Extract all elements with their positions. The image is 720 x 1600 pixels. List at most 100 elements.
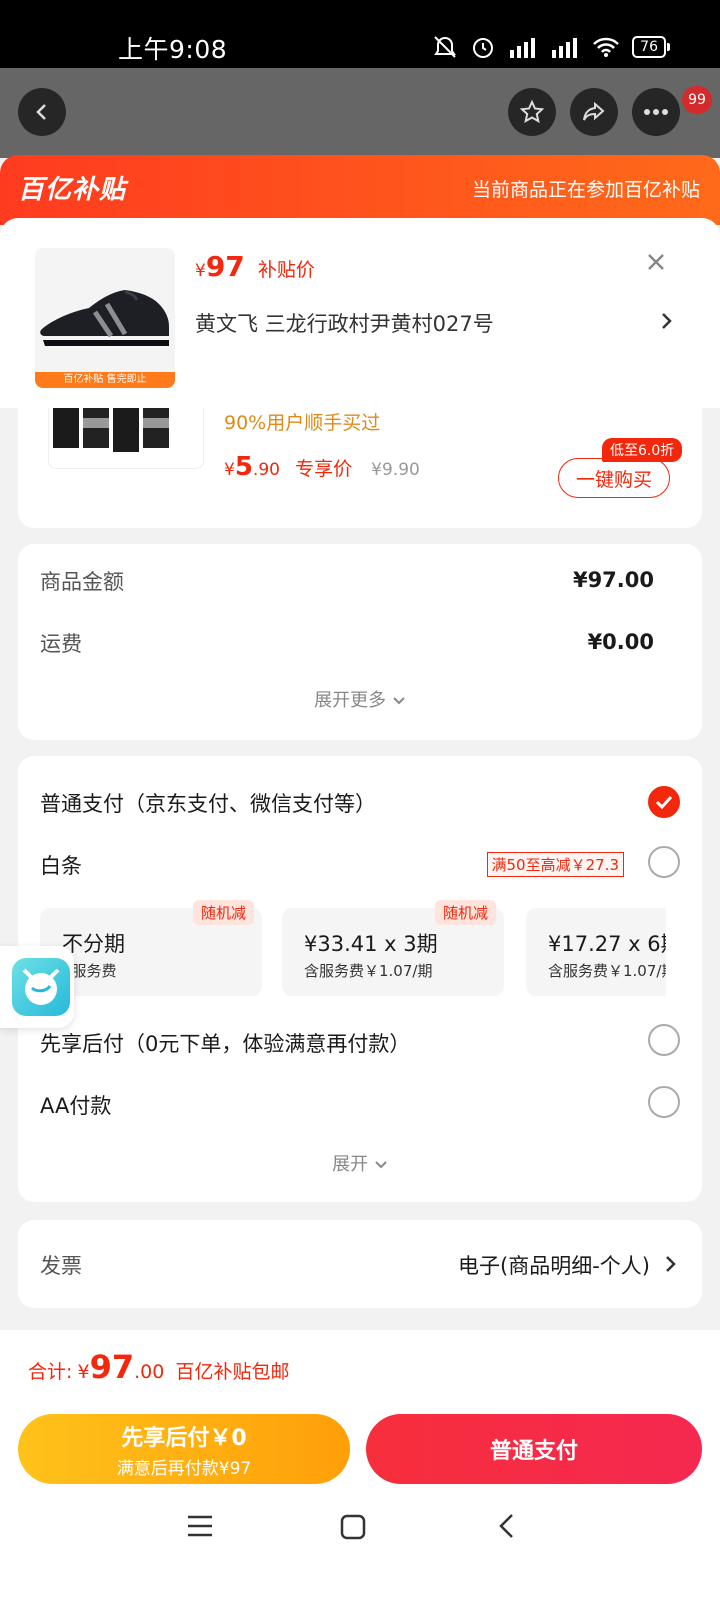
chevron-down-icon	[375, 1161, 387, 1169]
pay-later-button[interactable]: 先享后付￥0 满意后再付款¥97	[18, 1414, 350, 1484]
aa-pay-option[interactable]: AA付款	[40, 1090, 111, 1120]
status-bar: 上午9:08 76	[0, 0, 720, 68]
invoice-card[interactable]: 发票 电子(商品明细-个人)	[18, 1220, 702, 1308]
installment-title: ¥33.41 x 3期	[304, 932, 438, 956]
home-nav-button[interactable]	[340, 1514, 366, 1544]
total-bar: 合计: ¥97.00 百亿补贴包邮	[0, 1330, 720, 1404]
product-image-tag: 百亿补贴 售完即止	[35, 372, 175, 388]
pay-later-title: 先享后付￥0	[121, 1426, 247, 1451]
wifi-icon	[593, 37, 620, 57]
back-arrow-icon	[499, 1514, 513, 1538]
shipping-fee-value: ¥0.00	[587, 630, 654, 654]
payment-card: 普通支付（京东支付、微信支付等） 白条 满50至高减￥27.3 不分期 0服务费…	[18, 756, 702, 1202]
pay-later-radio[interactable]	[648, 1024, 680, 1056]
upsell-price-dec: .90	[252, 460, 280, 480]
shoe-icon	[40, 290, 169, 346]
total-int: 97	[89, 1348, 135, 1386]
upsell-price: ¥5.90 专享价 ¥9.90	[224, 452, 420, 482]
subsidy-logo: 百亿补贴	[18, 175, 127, 205]
action-bar: 先享后付￥0 满意后再付款¥97 普通支付	[0, 1404, 720, 1504]
subsidy-message: 当前商品正在参加百亿补贴	[471, 179, 700, 201]
upsell-currency: ¥	[224, 460, 235, 480]
expand-more-label: 展开更多	[314, 690, 387, 711]
check-icon	[655, 795, 673, 810]
address-chevron[interactable]	[660, 310, 674, 336]
status-time: 上午9:08	[118, 35, 228, 64]
baitiao-option[interactable]: 白条	[40, 850, 82, 880]
total-note: 百亿补贴包邮	[175, 1361, 290, 1383]
assistant-icon	[12, 958, 70, 1016]
upsell-note: 90%用户顺手买过	[224, 412, 381, 434]
system-nav-bar	[0, 1504, 720, 1600]
total-amount: 合计: ¥97.00 百亿补贴包邮	[28, 1348, 289, 1386]
expand-payment-button[interactable]: 展开	[18, 1150, 702, 1176]
home-square-icon	[340, 1514, 366, 1540]
share-icon	[583, 101, 605, 121]
total-currency: ¥	[77, 1361, 90, 1383]
installment-title: ¥17.27 x 6期	[548, 932, 682, 956]
invoice-value: 电子(商品明细-个人)	[458, 1254, 650, 1278]
chevron-right-icon	[662, 313, 672, 329]
chevron-down-icon	[393, 697, 405, 705]
upsell-card: 90%用户顺手买过 ¥5.90 专享价 ¥9.90 一键购买 低至6.0折	[18, 408, 702, 528]
upsell-original-price: ¥9.90	[371, 460, 420, 480]
normal-pay-button[interactable]: 普通支付	[366, 1414, 702, 1484]
normal-pay-radio[interactable]	[648, 786, 680, 818]
back-nav-button[interactable]	[496, 1512, 516, 1544]
upsell-image[interactable]	[48, 408, 204, 469]
upsell-price-int: 5	[234, 452, 253, 482]
expand-payment-label: 展开	[332, 1154, 369, 1175]
random-discount-tag: 随机减	[192, 900, 254, 925]
chevron-left-icon	[36, 104, 46, 120]
price-label: 补贴价	[257, 259, 315, 281]
signal-icon	[510, 38, 536, 58]
more-button[interactable]	[632, 88, 680, 136]
mute-icon	[434, 36, 457, 58]
notification-badge: 99	[682, 86, 712, 114]
menu-icon	[188, 1515, 212, 1537]
alarm-icon	[473, 38, 494, 58]
top-bar	[0, 68, 720, 158]
floating-assistant-button[interactable]	[0, 946, 74, 1028]
close-icon	[648, 254, 664, 270]
signal-icon-2	[552, 38, 578, 58]
goods-amount-value: ¥97.00	[572, 568, 654, 592]
favorite-button[interactable]	[508, 88, 556, 136]
installment-sub: 含服务费￥1.07/期	[548, 962, 677, 980]
pay-later-option[interactable]: 先享后付（0元下单，体验满意再付款）	[40, 1028, 410, 1058]
subsidy-banner: 百亿补贴 当前商品正在参加百亿补贴	[0, 155, 720, 225]
installment-option[interactable]: ¥33.41 x 3期 含服务费￥1.07/期 随机减	[282, 900, 504, 996]
back-button[interactable]	[18, 88, 66, 136]
chevron-right-icon	[666, 1256, 676, 1272]
product-card: 百亿补贴 售完即止 ¥97 补贴价 黄文飞 三龙行政村尹黄村027号	[0, 218, 720, 408]
expand-more-button[interactable]: 展开更多	[18, 686, 702, 712]
total-label: 合计:	[28, 1361, 73, 1383]
one-click-buy-button[interactable]: 一键购买	[558, 458, 670, 498]
close-button[interactable]	[644, 250, 668, 278]
normal-pay-option[interactable]: 普通支付（京东支付、微信支付等）	[40, 788, 376, 818]
installment-scroll-mask	[666, 908, 702, 996]
shipping-fee-label: 运费	[40, 632, 82, 656]
upsell-price-label: 专享价	[295, 458, 353, 480]
discount-tag: 低至6.0折	[602, 438, 683, 462]
menu-nav-button[interactable]	[186, 1514, 214, 1542]
amount-card: 商品金额 ¥97.00 运费 ¥0.00 展开更多	[18, 544, 702, 740]
battery-indicator: 76	[632, 36, 670, 58]
invoice-chevron	[664, 1254, 678, 1278]
currency-symbol: ¥	[195, 261, 206, 281]
more-icon	[644, 109, 668, 115]
total-dec: .00	[134, 1361, 165, 1383]
installment-sub: 含服务费￥1.07/期	[304, 962, 433, 980]
pay-later-sub: 满意后再付款¥97	[116, 1459, 252, 1479]
goods-amount-label: 商品金额	[40, 570, 124, 594]
product-price: ¥97 补贴价	[195, 250, 315, 283]
baitiao-radio[interactable]	[648, 846, 680, 878]
invoice-label: 发票	[40, 1254, 82, 1278]
random-discount-tag: 随机减	[434, 900, 496, 925]
aa-pay-radio[interactable]	[648, 1086, 680, 1118]
share-button[interactable]	[570, 88, 618, 136]
shipping-address[interactable]: 黄文飞 三龙行政村尹黄村027号	[195, 308, 494, 338]
socks-icon	[53, 408, 169, 452]
product-image[interactable]: 百亿补贴 售完即止	[35, 248, 175, 388]
price-value: 97	[205, 250, 245, 283]
